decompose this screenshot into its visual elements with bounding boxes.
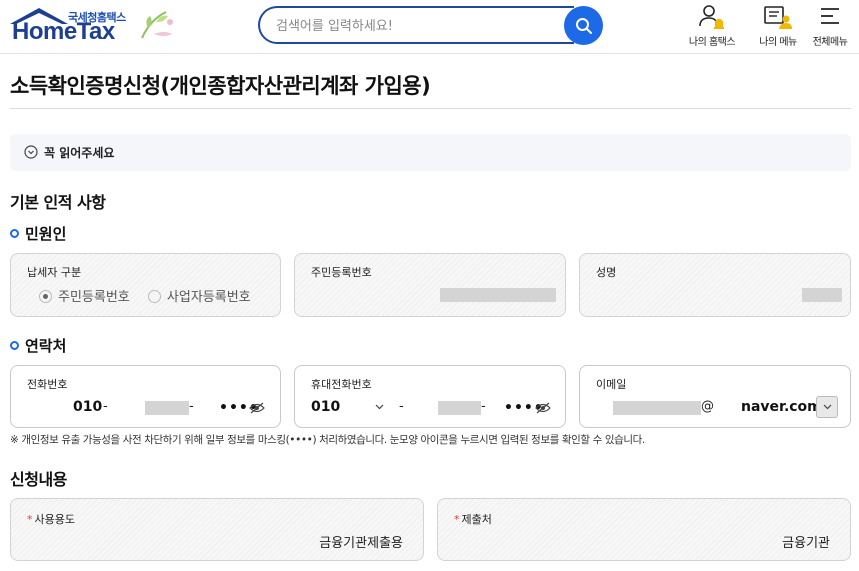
radio-selected-icon <box>39 290 52 303</box>
nav-my-hometax[interactable]: 나의 홈택스 <box>682 4 742 50</box>
nav-label: 나의 홈택스 <box>688 37 736 48</box>
phone-dash: - <box>189 399 194 414</box>
applicant-heading: 민원인 <box>10 223 66 244</box>
eye-slash-icon[interactable] <box>535 402 551 414</box>
nav-label: 전체메뉴 <box>812 37 848 48</box>
hamburger-icon <box>821 8 839 24</box>
email-field: 이메일 @ naver.com <box>579 365 851 428</box>
mobile-label: 휴대전화번호 <box>311 378 372 391</box>
nav-all-menu[interactable]: 전체메뉴 <box>800 4 859 50</box>
name-label: 성명 <box>596 266 617 279</box>
required-mark: * <box>27 513 33 526</box>
email-id-masked[interactable] <box>613 401 701 415</box>
search-bar <box>258 6 603 45</box>
nav-my-menu[interactable]: 나의 메뉴 <box>748 4 808 50</box>
required-mark: * <box>454 513 460 526</box>
eye-slash-icon[interactable] <box>249 402 265 414</box>
bullet-icon <box>10 229 19 238</box>
bullet-icon <box>10 341 19 350</box>
nav-label: 나의 메뉴 <box>759 37 797 48</box>
submit-to-label-text: 제출처 <box>461 513 492 526</box>
taxpayer-type-label: 납세자 구분 <box>27 266 82 279</box>
hometax-logo[interactable]: 국세청홈택스 HomeTax <box>8 6 178 48</box>
notice-label: 꼭 읽어주세요 <box>44 146 115 160</box>
rrn-masked-value <box>440 288 556 302</box>
mobile-middle-masked[interactable] <box>438 401 481 415</box>
purpose-label-text: 사용용도 <box>34 513 75 526</box>
radio-rrn-label: 주민등록번호 <box>58 290 130 305</box>
title-divider <box>10 108 851 109</box>
mobile-dash: - <box>481 399 486 414</box>
mobile-prefix-select[interactable]: 010 <box>311 399 340 415</box>
contact-heading: 연락처 <box>10 335 66 356</box>
email-label: 이메일 <box>596 378 627 391</box>
privacy-note: ※ 개인정보 유출 가능성을 사전 차단하기 위해 일부 정보를 마스킹(•••… <box>10 434 645 446</box>
chevron-down-icon[interactable] <box>375 404 384 410</box>
phone-prefix[interactable]: 010 <box>73 399 102 415</box>
header: 국세청홈택스 HomeTax 나의 홈택스 <box>0 0 859 54</box>
search-box <box>258 6 574 44</box>
logo-title: HomeTax <box>12 18 115 45</box>
user-bell-icon <box>699 5 724 29</box>
rrn-label: 주민등록번호 <box>311 266 372 279</box>
chevron-circle-down-icon <box>24 145 38 159</box>
leaf-decoration-icon <box>141 11 173 39</box>
application-heading: 신청내용 <box>10 470 67 489</box>
rrn-field: 주민등록번호 <box>294 253 566 317</box>
phone-middle-masked[interactable] <box>145 401 189 415</box>
phone-field: 전화번호 010 - - •••• <box>10 365 281 428</box>
radio-unselected-icon <box>147 290 161 303</box>
email-domain[interactable]: naver.com <box>741 399 822 415</box>
search-button[interactable] <box>564 6 603 45</box>
chevron-down-icon <box>823 404 831 410</box>
submit-to-label: * 제출처 <box>454 511 492 527</box>
email-domain-dropdown[interactable] <box>816 396 838 418</box>
applicant-heading-label: 민원인 <box>25 225 67 243</box>
search-icon <box>575 17 592 34</box>
basic-info-heading: 기본 인적 사항 <box>10 193 106 212</box>
mobile-field: 휴대전화번호 010 - - •••• <box>294 365 566 428</box>
mobile-dash: - <box>399 399 404 414</box>
email-at-sign: @ <box>701 399 714 414</box>
phone-label: 전화번호 <box>27 378 68 391</box>
search-input[interactable] <box>276 17 556 35</box>
submit-to-value: 금융기관 <box>782 536 830 551</box>
radio-brn[interactable]: 사업자등록번호 <box>147 290 251 305</box>
phone-dash: - <box>103 399 108 414</box>
contact-heading-label: 연락처 <box>25 337 67 355</box>
notice-toggle[interactable]: 꼭 읽어주세요 <box>10 134 851 171</box>
submit-to-field: * 제출처 금융기관 <box>437 498 851 561</box>
radio-rrn[interactable]: 주민등록번호 <box>39 290 130 305</box>
name-field: 성명 <box>579 253 851 317</box>
name-masked-value <box>802 288 842 302</box>
taxpayer-type-field: 납세자 구분 주민등록번호 사업자등록번호 <box>10 253 281 317</box>
menu-person-icon <box>764 6 792 29</box>
page-title: 소득확인증명신청(개인종합자산관리계좌 가입용) <box>10 74 431 98</box>
purpose-value: 금융기관제출용 <box>319 536 403 551</box>
taxpayer-type-radios: 주민등록번호 사업자등록번호 <box>39 286 265 305</box>
radio-brn-label: 사업자등록번호 <box>166 290 251 305</box>
purpose-label: * 사용용도 <box>27 511 75 527</box>
purpose-field: * 사용용도 금융기관제출용 <box>10 498 424 561</box>
